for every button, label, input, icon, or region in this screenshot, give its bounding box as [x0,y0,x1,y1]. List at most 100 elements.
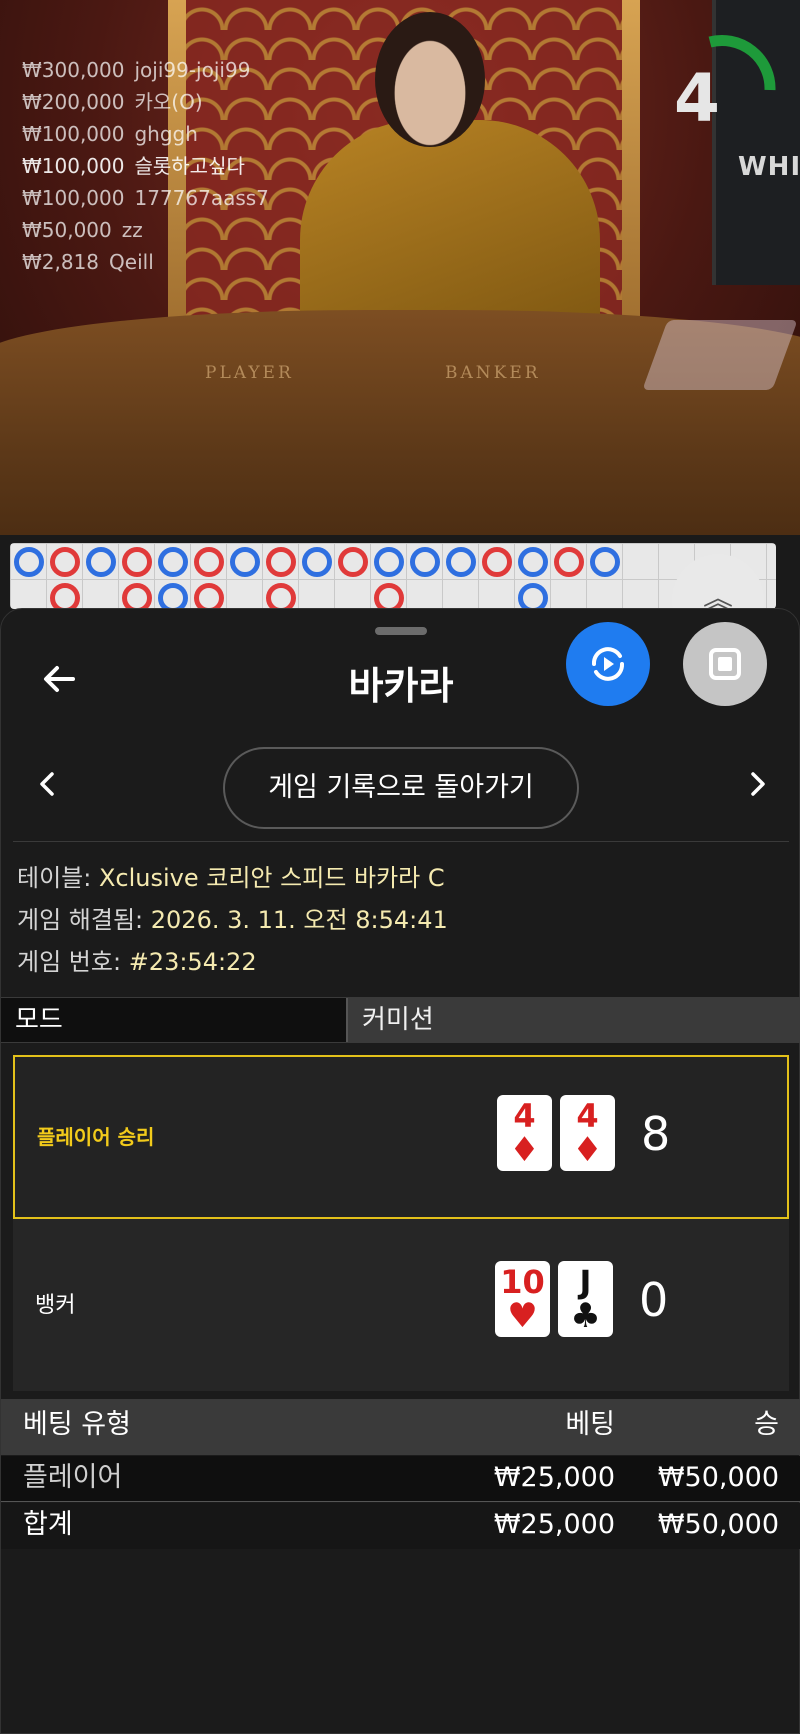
bead-player [446,547,476,577]
winner-entry: ₩100,000 177767aass7 [22,182,269,214]
banker-score: 0 [639,1273,669,1327]
banker-result-row: 뱅커 10 ♥ J ♣ 0 [13,1223,789,1387]
stop-button[interactable] [683,622,767,706]
winner-name: 슬롯하고싶다 [134,154,245,178]
player-result-label: 플레이어 승리 [37,1125,155,1149]
playing-card: 4 ♦ [497,1095,552,1171]
round-results: 플레이어 승리 4 ♦ 4 ♦ 8 뱅커 10 ♥ J ♣ 0 [13,1055,789,1391]
winner-entry: ₩50,000 zz [22,214,269,246]
total-win: ₩50,000 [657,1509,779,1540]
winner-name: ghggh [134,122,198,146]
info-resolved: 게임 해결됨: 2026. 3. 11. 오전 8:54:41 [17,899,448,941]
bead-player [518,547,548,577]
replay-icon [592,647,624,681]
playing-card: 4 ♦ [560,1095,615,1171]
winner-amount: ₩100,000 [22,154,125,178]
backdrop-pillar-right [622,0,640,360]
bead-player [590,547,620,577]
winner-amount: ₩2,818 [22,250,100,274]
winner-name: 177767aass7 [134,186,269,210]
winners-list: ₩300,000 joji99-joji99 ₩200,000 카오(O) ₩1… [22,54,269,278]
table-label-player: PLAYER [205,363,294,383]
chevron-right-icon [751,772,765,796]
bead-player [230,547,260,577]
game-info: 테이블: Xclusive 코리안 스피드 바카라 C 게임 해결됨: 2026… [17,857,448,983]
previous-game-button[interactable] [35,764,59,813]
total-label: 합계 [23,1509,73,1540]
playing-card: J ♣ [558,1261,613,1337]
bead-player [14,547,44,577]
tab-mode[interactable]: 모드 [1,998,348,1042]
table-row: 플레이어 ₩25,000 ₩50,000 [1,1456,800,1502]
winner-entry: ₩2,818 Qeill [22,246,269,278]
card-shoe [642,320,798,390]
info-table-value: Xclusive 코리안 스피드 바카라 C [98,864,445,892]
live-video-stage: PLAYER BANKER WHIT 4 ₩300,000 joji99-joj… [0,0,800,535]
dealer-head [375,12,485,147]
back-to-history-button[interactable]: 게임 기록으로 돌아가기 [223,747,579,829]
winner-entry: ₩300,000 joji99-joji99 [22,54,269,86]
winner-amount: ₩200,000 [22,90,125,114]
winner-name: Qeill [109,250,154,274]
player-score: 8 [641,1107,671,1161]
bead-banker [50,547,80,577]
heart-suit-icon: ♥ [507,1296,538,1336]
diamond-suit-icon: ♦ [572,1130,603,1170]
card-rank: J [579,1263,592,1301]
winner-name: zz [121,218,143,242]
info-table: 테이블: Xclusive 코리안 스피드 바카라 C [17,857,448,899]
mode-tabs: 모드 커미션 [1,997,800,1043]
bets-table-header: 베팅 유형 베팅 승 [1,1399,800,1455]
bet-amount: ₩25,000 [493,1462,615,1493]
banker-result-label: 뱅커 [35,1293,76,1318]
card-rank: 4 [576,1097,599,1135]
bead-player [410,547,440,577]
info-resolved-value: 2026. 3. 11. 오전 8:54:41 [150,906,448,934]
header-win: 승 [754,1409,779,1440]
winner-name: 카오(O) [134,90,203,114]
tab-commission[interactable]: 커미션 [348,998,800,1042]
bead-player [158,547,188,577]
replay-button[interactable] [566,622,650,706]
countdown-timer: 4 [674,60,720,137]
page-title: 바카라 [348,664,454,708]
header-bet: 베팅 [565,1409,615,1440]
bead-player [374,547,404,577]
winner-amount: ₩300,000 [22,58,125,82]
bead-player [86,547,116,577]
total-row: 합계 ₩25,000 ₩50,000 [1,1503,800,1549]
bead-banker [482,547,512,577]
club-suit-icon: ♣ [570,1296,601,1336]
sheet-drag-handle[interactable] [375,627,427,635]
info-table-label: 테이블: [17,864,92,892]
winner-amount: ₩50,000 [22,218,112,242]
winner-entry: ₩200,000 카오(O) [22,86,269,118]
bead-player [302,547,332,577]
chevron-left-icon [40,772,54,796]
winner-name: joji99-joji99 [134,58,251,82]
card-rank: 4 [513,1097,536,1135]
divider [13,841,789,842]
info-number-value: #23:54:22 [128,948,257,976]
game-history-sheet: 바카라 게임 기록으로 돌아가기 테이블: Xclusive 코리안 스피드 바… [0,608,800,1734]
stop-icon [709,648,741,680]
total-bet: ₩25,000 [493,1509,615,1540]
bead-banker [194,547,224,577]
winner-amount: ₩100,000 [22,186,125,210]
bead-banker [554,547,584,577]
card-rank: 10 [500,1263,545,1301]
bet-type: 플레이어 [23,1462,123,1493]
player-result-row: 플레이어 승리 4 ♦ 4 ♦ 8 [13,1055,789,1219]
table-label-banker: BANKER [445,363,541,383]
bead-banker [266,547,296,577]
playing-card: 10 ♥ [495,1261,550,1337]
diamond-suit-icon: ♦ [509,1130,540,1170]
bead-banker [122,547,152,577]
bead-banker [338,547,368,577]
win-amount: ₩50,000 [657,1462,779,1493]
info-number-label: 게임 번호: [17,948,122,976]
bead-roadmap[interactable] [10,543,776,613]
info-game-number: 게임 번호: #23:54:22 [17,941,448,983]
next-game-button[interactable] [746,764,770,813]
winner-entry: ₩100,000 ghggh [22,118,269,150]
